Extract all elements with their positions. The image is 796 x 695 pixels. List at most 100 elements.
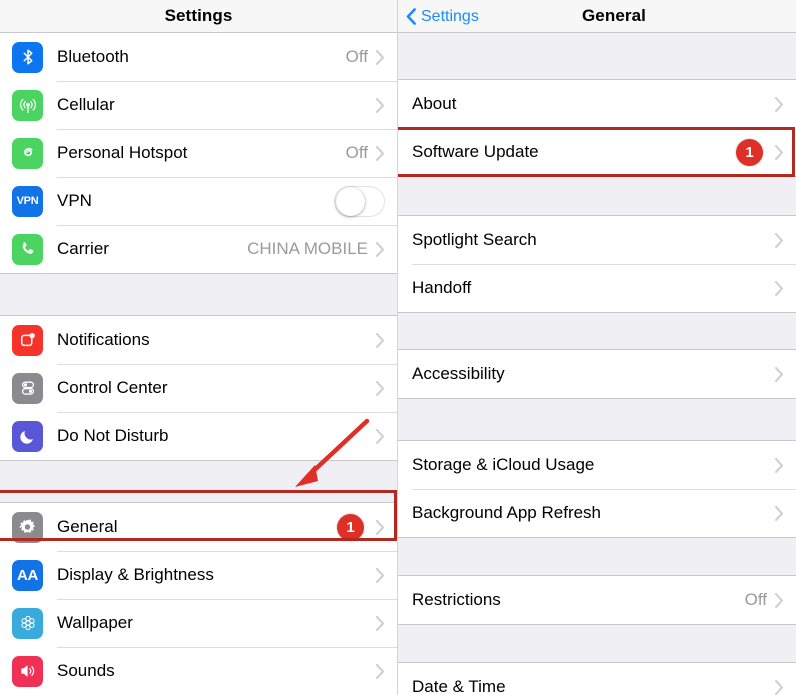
status-badge: 1 <box>736 138 763 166</box>
chevron-right-icon <box>376 145 384 161</box>
chevron-right-icon <box>376 519 384 535</box>
settings-row-sounds[interactable]: Sounds <box>0 647 397 695</box>
settings-group-connectivity: Bluetooth Off Cellular Personal Hotspot … <box>0 33 397 274</box>
settings-group-general: General 1 AA Display & Brightness Wallpa… <box>0 502 397 695</box>
list-gap <box>0 274 397 315</box>
settings-row-label: Notifications <box>57 330 150 349</box>
settings-row-value: Off <box>345 47 368 66</box>
settings-row-wallpaper[interactable]: Wallpaper <box>0 599 397 647</box>
general-row-background-app-refresh[interactable]: Background App Refresh <box>398 489 796 537</box>
settings-row-notifications[interactable]: Notifications <box>0 316 397 364</box>
vpn-toggle-switch[interactable] <box>334 185 385 217</box>
settings-row-label: Date & Time <box>412 677 506 695</box>
chevron-left-icon <box>406 8 416 25</box>
vpn-icon: VPN <box>12 185 43 217</box>
right-navbar: Settings General <box>398 0 796 33</box>
settings-row-label: Personal Hotspot <box>57 143 188 162</box>
personal-hotspot-icon <box>12 137 43 169</box>
list-gap <box>398 313 796 349</box>
general-row-storage-icloud-usage[interactable]: Storage & iCloud Usage <box>398 441 796 489</box>
left-navbar: Settings <box>0 0 397 33</box>
settings-row-personal-hotspot[interactable]: Personal Hotspot Off <box>0 129 397 177</box>
general-row-about[interactable]: About <box>398 80 796 128</box>
settings-row-carrier[interactable]: Carrier CHINA MOBILE <box>0 225 397 273</box>
vpn-icon-text: VPN <box>16 195 39 207</box>
general-row-handoff[interactable]: Handoff <box>398 264 796 312</box>
settings-row-value: CHINA MOBILE <box>247 239 368 258</box>
settings-group-notifications: Notifications Control Center Do Not Dist… <box>0 315 397 461</box>
settings-row-label: Background App Refresh <box>412 503 602 522</box>
chevron-right-icon <box>376 380 384 396</box>
chevron-right-icon <box>376 49 384 65</box>
settings-list: Bluetooth Off Cellular Personal Hotspot … <box>0 33 397 695</box>
general-gear-icon <box>12 511 43 543</box>
chevron-right-icon <box>376 428 384 444</box>
list-gap <box>398 538 796 575</box>
left-page-title: Settings <box>164 6 233 25</box>
settings-row-value: Off <box>744 590 767 609</box>
sounds-icon <box>12 655 43 687</box>
list-gap <box>398 177 796 215</box>
settings-row-do-not-disturb[interactable]: Do Not Disturb <box>0 412 397 460</box>
list-gap <box>398 625 796 662</box>
list-gap <box>398 399 796 440</box>
display-brightness-icon: AA <box>12 559 43 591</box>
chevron-right-icon <box>775 679 783 695</box>
settings-row-vpn[interactable]: VPN VPN <box>0 177 397 225</box>
general-group-search: Spotlight Search Handoff <box>398 215 796 313</box>
settings-row-label: About <box>412 94 457 113</box>
chevron-right-icon <box>775 592 783 608</box>
list-gap <box>0 461 397 502</box>
settings-row-general[interactable]: General 1 <box>0 503 397 551</box>
settings-row-label: Spotlight Search <box>412 230 537 249</box>
chevron-right-icon <box>376 615 384 631</box>
settings-row-label: Do Not Disturb <box>57 426 169 445</box>
settings-row-label: Handoff <box>412 278 472 297</box>
general-row-restrictions[interactable]: Restrictions Off <box>398 576 796 624</box>
back-to-settings-button[interactable]: Settings <box>406 0 479 33</box>
settings-row-label: Software Update <box>412 142 539 161</box>
do-not-disturb-icon <box>12 420 43 452</box>
general-row-date-time[interactable]: Date & Time <box>398 663 796 695</box>
general-group-about: About Software Update 1 <box>398 79 796 177</box>
settings-row-value: Off <box>345 143 368 162</box>
ios-settings-split-screenshot: Settings Bluetooth Off Cellular Personal… <box>0 0 796 695</box>
settings-row-label: Carrier <box>57 239 109 258</box>
general-group-restrictions: Restrictions Off <box>398 575 796 625</box>
general-group-datetime: Date & Time <box>398 662 796 695</box>
chevron-right-icon <box>376 332 384 348</box>
settings-row-label: Wallpaper <box>57 613 133 632</box>
status-badge: 1 <box>337 513 364 541</box>
control-center-icon <box>12 372 43 404</box>
chevron-right-icon <box>775 232 783 248</box>
chevron-right-icon <box>376 97 384 113</box>
chevron-right-icon <box>376 567 384 583</box>
settings-row-display-brightness[interactable]: AA Display & Brightness <box>0 551 397 599</box>
settings-row-label: Bluetooth <box>57 47 129 66</box>
settings-row-label: Display & Brightness <box>57 565 214 584</box>
notifications-icon <box>12 324 43 356</box>
general-detail-panel: Settings General About Software Update 1 <box>398 0 796 695</box>
chevron-right-icon <box>775 280 783 296</box>
settings-row-cellular[interactable]: Cellular <box>0 81 397 129</box>
settings-row-label: VPN <box>57 191 92 210</box>
general-row-spotlight-search[interactable]: Spotlight Search <box>398 216 796 264</box>
settings-row-label: Storage & iCloud Usage <box>412 455 595 474</box>
settings-row-control-center[interactable]: Control Center <box>0 364 397 412</box>
settings-row-label: Control Center <box>57 378 168 397</box>
chevron-right-icon <box>775 366 783 382</box>
chevron-right-icon <box>775 505 783 521</box>
general-list: About Software Update 1 Spotlight Search… <box>398 33 796 695</box>
settings-row-bluetooth[interactable]: Bluetooth Off <box>0 33 397 81</box>
settings-row-label: Accessibility <box>412 364 505 383</box>
settings-row-label: Restrictions <box>412 590 501 609</box>
chevron-right-icon <box>376 663 384 679</box>
wallpaper-icon <box>12 607 43 639</box>
settings-row-label: Sounds <box>57 661 115 680</box>
list-gap <box>398 33 796 79</box>
back-button-label: Settings <box>421 7 479 25</box>
chevron-right-icon <box>775 457 783 473</box>
general-row-accessibility[interactable]: Accessibility <box>398 350 796 398</box>
chevron-right-icon <box>775 144 783 160</box>
general-row-software-update[interactable]: Software Update 1 <box>398 128 796 176</box>
